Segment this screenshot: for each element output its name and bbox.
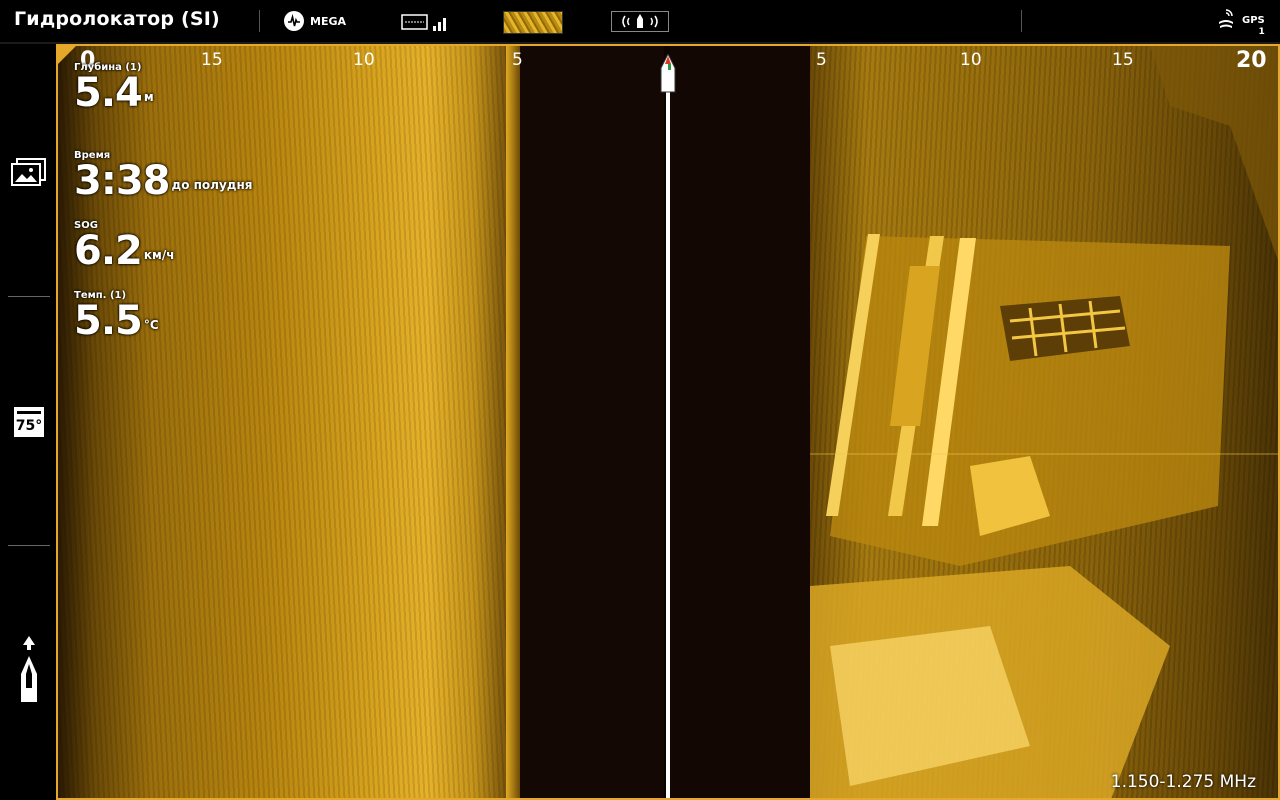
depth-value: 5.4 [74,70,143,116]
side-imaging-view[interactable]: 0 15 10 5 5 10 15 20 Глубина (1) 5.4 м Вр… [56,44,1280,800]
mega-label: MEGA [310,14,347,28]
image-gallery-icon [11,158,46,186]
chart-signal-button[interactable] [401,12,449,36]
gps-signal-icon [1219,9,1233,28]
temp-unit: °C [143,318,159,332]
range-label-left-15: 15 [201,50,223,70]
water-temp-readout[interactable]: Темп. (1) 5.5 °C [74,290,159,341]
boat-track-line [666,90,670,798]
heading-up-button[interactable] [18,636,40,710]
frequency-label: 1.150-1.275 MHz [1110,772,1256,792]
range-label-right-20: 20 [1236,48,1267,73]
range-label-right-15: 15 [1112,50,1134,70]
sonar-view-thumbnail[interactable] [503,11,563,34]
depth-unit: м [143,90,154,104]
mega-waveform-icon [284,11,304,31]
water-column-left [514,46,664,798]
app-title: Гидролокатор (SI) [14,8,220,30]
temp-badge: 75° [15,418,43,434]
sog-readout[interactable]: SOG 6.2 км/ч [74,220,174,271]
top-status-bar: Гидролокатор (SI) MEGA GPS 1 [0,0,1280,44]
boat-heading-icon [21,636,37,702]
time-readout[interactable]: Время 3:38 до полудня [74,150,252,201]
gallery-button[interactable] [11,158,47,192]
gps-status[interactable]: GPS 1 [1216,8,1265,37]
mega-imaging-button[interactable]: MEGA [284,11,346,31]
sog-unit: км/ч [143,248,175,262]
boat-marker [659,52,677,98]
transducer-button[interactable] [611,11,669,36]
boat-icon [660,52,676,93]
range-label-left-10: 10 [353,50,375,70]
left-sidebar: 75° [0,44,56,800]
gps-label: GPS [1242,15,1265,26]
range-label-left-5: 5 [512,50,523,70]
depth-readout[interactable]: Глубина (1) 5.4 м [74,62,154,113]
time-unit: до полудня [171,178,253,192]
divider [8,296,50,297]
bottom-edge-left [506,46,520,798]
divider [259,10,260,32]
sog-value: 6.2 [74,228,143,274]
range-label-right-10: 10 [960,50,982,70]
range-label-right-5: 5 [816,50,827,70]
transducer-icon [611,11,669,32]
divider [8,545,50,546]
gps-sub-label: 1 [1258,27,1265,37]
divider [1021,10,1022,32]
temp-value: 5.5 [74,298,143,344]
water-temp-button[interactable]: 75° [13,406,45,442]
time-value: 3:38 [74,158,170,204]
water-column-right [670,46,820,798]
sonar-wreck-image [810,46,1278,798]
chart-signal-icon [401,14,446,31]
